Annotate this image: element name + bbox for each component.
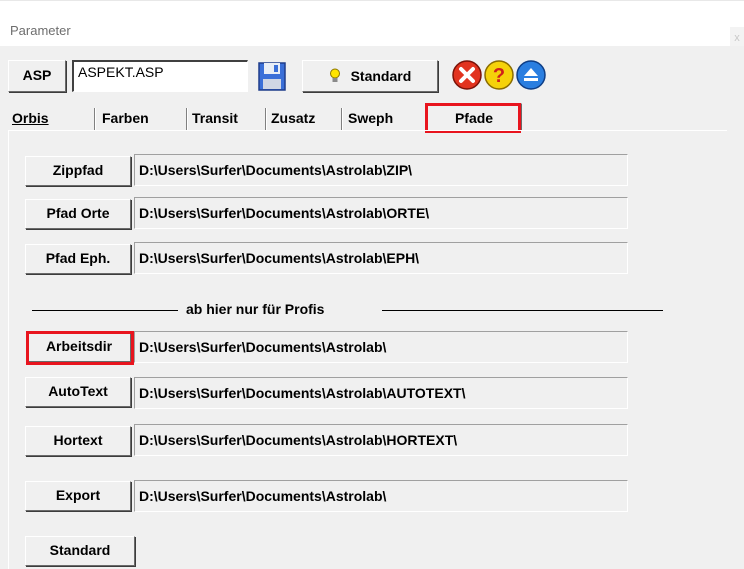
export-button[interactable]: Export — [25, 481, 131, 511]
file-value: ASPEKT.ASP — [78, 64, 164, 80]
window-title: Parameter — [10, 23, 71, 38]
pfad-eph-button[interactable]: Pfad Eph. — [25, 244, 131, 274]
tab-sweph[interactable]: Sweph — [348, 106, 393, 130]
tab-pfade[interactable]: Pfade — [426, 103, 522, 131]
eject-icon[interactable] — [515, 59, 547, 91]
title-bar: Parameter x — [0, 0, 744, 49]
tab-label: Pfade — [454, 110, 494, 126]
hortext-field[interactable]: D:\Users\Surfer\Documents\Astrolab\HORTE… — [134, 424, 628, 456]
zippfad-button[interactable]: Zippfad — [25, 156, 131, 186]
tab-label: Sweph — [348, 110, 394, 126]
parameter-window: ASP ASPEKT.ASP Standard ? Orbis Farben T… — [0, 46, 744, 569]
zippfad-field[interactable]: D:\Users\Surfer\Documents\Astrolab\ZIP\ — [134, 154, 628, 186]
hortext-button[interactable]: Hortext — [25, 426, 131, 456]
pfad-eph-value: D:\Users\Surfer\Documents\Astrolab\EPH\ — [139, 250, 420, 266]
tab-divider — [265, 108, 267, 130]
tab-label: Farben — [102, 110, 149, 126]
standard-toolbar-button[interactable]: Standard — [302, 60, 438, 92]
lightbulb-icon — [329, 63, 341, 82]
autotext-value: D:\Users\Surfer\Documents\Astrolab\AUTOT… — [139, 385, 466, 401]
autotext-button[interactable]: AutoText — [25, 377, 131, 407]
tab-label: Orbis — [12, 110, 49, 126]
mode-button[interactable]: ASP — [8, 60, 66, 92]
standard-toolbar-label: Standard — [350, 68, 412, 84]
export-field[interactable]: D:\Users\Surfer\Documents\Astrolab\ — [134, 480, 628, 512]
separator-line-left — [32, 310, 178, 311]
hortext-label: Hortext — [53, 432, 103, 448]
separator-text: ab hier nur für Profis — [186, 301, 325, 317]
pfad-orte-value: D:\Users\Surfer\Documents\Astrolab\ORTE\ — [139, 205, 430, 221]
tab-divider — [341, 108, 343, 130]
zippfad-value: D:\Users\Surfer\Documents\Astrolab\ZIP\ — [139, 162, 413, 178]
pfad-eph-label: Pfad Eph. — [45, 250, 111, 266]
arbeitsdir-value: D:\Users\Surfer\Documents\Astrolab\ — [139, 339, 387, 355]
tab-transit[interactable]: Transit — [192, 106, 238, 130]
tab-zusatz[interactable]: Zusatz — [271, 106, 315, 130]
arbeitsdir-button[interactable]: Arbeitsdir — [27, 332, 131, 362]
svg-text:?: ? — [493, 65, 505, 87]
tab-divider — [186, 108, 188, 130]
autotext-field[interactable]: D:\Users\Surfer\Documents\Astrolab\AUTOT… — [134, 377, 628, 409]
export-value: D:\Users\Surfer\Documents\Astrolab\ — [139, 488, 387, 504]
file-input[interactable]: ASPEKT.ASP — [72, 60, 248, 92]
standard-button-label: Standard — [49, 542, 111, 558]
pfad-orte-button[interactable]: Pfad Orte — [25, 199, 131, 229]
arbeitsdir-label: Arbeitsdir — [45, 338, 113, 354]
zippfad-label: Zippfad — [52, 162, 104, 178]
standard-button[interactable]: Standard — [25, 536, 135, 566]
mode-label: ASP — [22, 67, 52, 83]
floppy-disk-icon[interactable] — [257, 60, 287, 92]
export-label: Export — [55, 487, 101, 503]
hortext-value: D:\Users\Surfer\Documents\Astrolab\HORTE… — [139, 432, 458, 448]
tab-label: Transit — [192, 110, 238, 126]
tab-orbis[interactable]: Orbis — [12, 106, 49, 130]
pfad-eph-field[interactable]: D:\Users\Surfer\Documents\Astrolab\EPH\ — [134, 242, 628, 274]
arbeitsdir-field[interactable]: D:\Users\Surfer\Documents\Astrolab\ — [134, 331, 628, 363]
autotext-label: AutoText — [48, 383, 108, 399]
separator-line-right — [382, 310, 663, 311]
help-icon[interactable]: ? — [483, 59, 515, 91]
tab-divider — [94, 108, 96, 130]
pfad-orte-field[interactable]: D:\Users\Surfer\Documents\Astrolab\ORTE\ — [134, 197, 628, 229]
tab-label: Zusatz — [271, 110, 316, 126]
pfad-orte-label: Pfad Orte — [46, 205, 110, 221]
cancel-icon[interactable] — [451, 59, 483, 91]
tab-farben[interactable]: Farben — [102, 106, 149, 130]
